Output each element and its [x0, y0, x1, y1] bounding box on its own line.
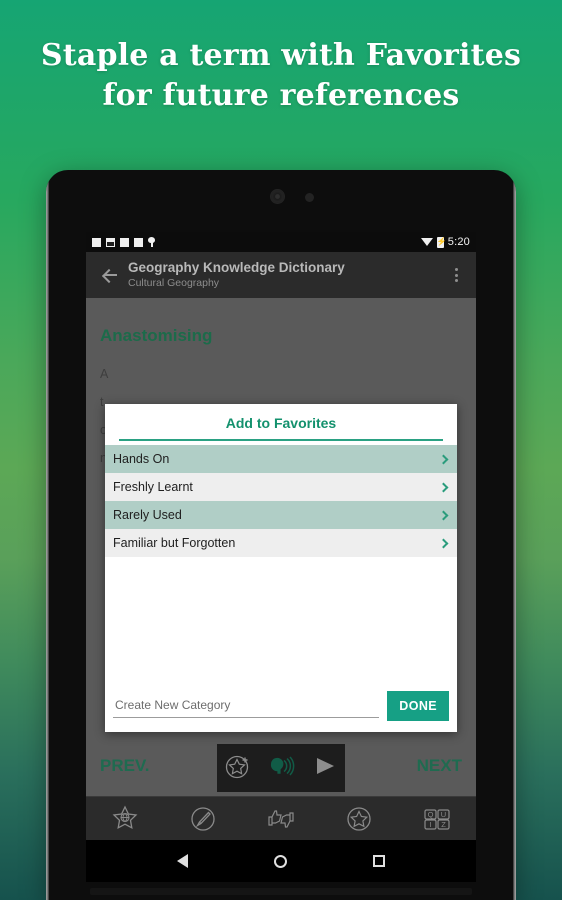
svg-text:I: I	[429, 820, 431, 829]
list-item-label: Rarely Used	[113, 508, 182, 522]
chevron-right-icon	[438, 510, 449, 520]
chevron-right-icon	[438, 454, 449, 464]
star-outline-icon[interactable]	[337, 802, 381, 836]
list-item[interactable]: Hands On	[105, 445, 457, 473]
battery-charging-icon	[436, 236, 444, 248]
status-bar-system: 5:20	[420, 236, 470, 248]
app-subtitle: Cultural Geography	[128, 277, 220, 289]
list-item[interactable]: Freshly Learnt	[105, 473, 457, 501]
pronounce-speaker-icon[interactable]	[267, 753, 297, 784]
square-icon	[134, 237, 143, 247]
add-to-favorites-dialog: Add to Favorites Hands On Freshly Learnt…	[105, 404, 457, 732]
app-bar-titles: Geography Knowledge Dictionary Cultural …	[128, 260, 345, 290]
chevron-right-icon	[438, 482, 449, 492]
status-bar-clock: 5:20	[447, 236, 470, 248]
list-item-label: Familiar but Forgotten	[113, 536, 236, 550]
entry-content: Anastomising A t o n PREV. NEXT Q U I Z …	[86, 298, 476, 840]
favorites-category-list: Hands On Freshly Learnt Rarely Used Fami…	[105, 445, 457, 557]
globe-star-icon[interactable]	[103, 802, 147, 836]
recents-square-icon[interactable]	[373, 855, 385, 867]
home-circle-icon[interactable]	[274, 854, 287, 868]
tablet-device-frame: 5:20 Geography Knowledge Dictionary Cult…	[46, 170, 516, 900]
list-item-label: Freshly Learnt	[113, 480, 193, 494]
app-bar: Geography Knowledge Dictionary Cultural …	[86, 252, 476, 298]
thumbs-rate-icon[interactable]	[259, 802, 303, 836]
chevron-right-icon	[438, 538, 449, 548]
svg-text:U: U	[441, 810, 446, 819]
sensor-dot-icon	[305, 193, 314, 202]
dialog-title: Add to Favorites	[225, 415, 337, 431]
entry-navigation-row: PREV. NEXT	[86, 744, 476, 796]
status-bar-notifications	[92, 237, 155, 247]
device-screen: 5:20 Geography Knowledge Dictionary Cult…	[86, 232, 476, 840]
list-item[interactable]: Rarely Used	[105, 501, 457, 529]
media-control-bar	[217, 744, 345, 792]
next-button[interactable]: NEXT	[417, 756, 462, 776]
create-new-category-input[interactable]	[113, 694, 380, 718]
play-icon[interactable]	[312, 754, 338, 783]
dialog-footer: DONE	[105, 688, 457, 732]
square-icon	[92, 237, 101, 247]
svg-text:Q: Q	[428, 810, 434, 819]
promo-headline-line1: Staple a term with Favorites	[40, 38, 522, 73]
done-button[interactable]: DONE	[387, 691, 449, 721]
square-icon	[120, 237, 129, 247]
overflow-menu-icon[interactable]	[446, 262, 466, 288]
image-icon	[106, 237, 115, 247]
back-triangle-icon[interactable]	[177, 854, 188, 868]
speaker-grille	[90, 888, 472, 895]
quiz-blocks-icon[interactable]: Q U I Z	[415, 802, 459, 836]
pen-circle-icon[interactable]	[181, 802, 225, 836]
prev-button[interactable]: PREV.	[100, 756, 149, 776]
status-bar: 5:20	[86, 232, 476, 252]
back-arrow-icon[interactable]	[96, 262, 122, 288]
promo-headline-line2: for future references	[102, 78, 460, 113]
device-bezel-top	[46, 170, 516, 232]
bottom-toolbar: Q U I Z	[86, 796, 476, 840]
system-navigation-bar	[86, 840, 476, 882]
dialog-title-divider	[119, 439, 443, 441]
svg-text:Z: Z	[441, 820, 446, 829]
list-item-label: Hands On	[113, 452, 170, 466]
promo-headline: Staple a term with Favorites for future …	[0, 36, 562, 116]
app-title: Geography Knowledge Dictionary	[128, 260, 345, 275]
wifi-icon	[420, 238, 433, 246]
page-title: Anastomising	[100, 326, 213, 345]
add-to-favorites-star-icon[interactable]	[224, 752, 252, 785]
list-item[interactable]: Familiar but Forgotten	[105, 529, 457, 557]
pin-icon	[148, 237, 155, 247]
front-camera-icon	[270, 189, 285, 204]
